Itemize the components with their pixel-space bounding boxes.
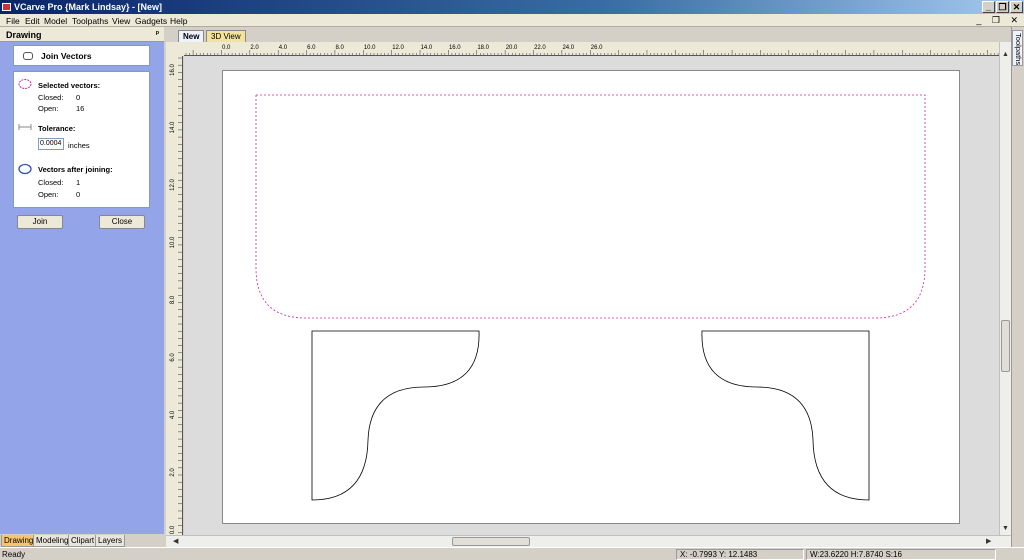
status-bar: Ready X: -0.7993 Y: 12.1483 W:23.6220 H:… — [0, 547, 1024, 560]
selected-tabletop-vector — [255, 94, 926, 319]
toolpaths-tab-label: Toolpaths — [1014, 33, 1023, 66]
left-leg-vector — [311, 330, 480, 501]
horizontal-scroll-thumb[interactable] — [452, 537, 530, 546]
right-panel-strip — [1011, 27, 1024, 547]
scroll-up-arrow[interactable]: ▲ — [1002, 51, 1009, 58]
vertical-scrollbar[interactable]: ▲ ▼ — [999, 42, 1011, 535]
scroll-down-arrow[interactable]: ▼ — [1002, 525, 1009, 532]
right-leg-vector — [701, 330, 870, 501]
status-coords: X: -0.7993 Y: 12.1483 — [680, 550, 758, 559]
scroll-right-arrow[interactable]: ▶ — [986, 537, 991, 545]
scroll-left-arrow[interactable]: ◀ — [173, 537, 178, 545]
toolpaths-tab[interactable]: Toolpaths — [1012, 30, 1023, 66]
horizontal-scrollbar[interactable]: ◀ ▶ — [166, 535, 1011, 547]
status-size: W:23.6220 H:7.8740 S:16 — [810, 550, 902, 559]
vector-layer[interactable] — [0, 0, 1024, 560]
status-ready: Ready — [2, 550, 26, 559]
vertical-scroll-thumb[interactable] — [1001, 320, 1010, 372]
